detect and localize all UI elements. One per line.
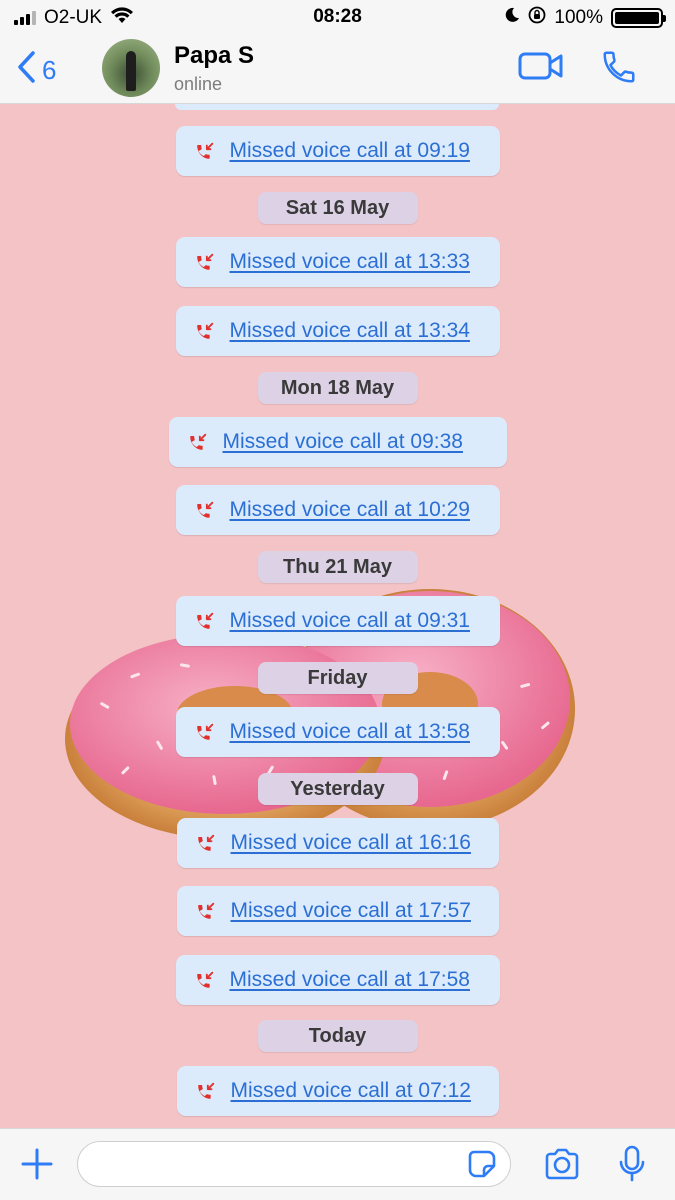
missed-call-icon — [196, 253, 213, 270]
missed-call-icon — [196, 322, 213, 339]
video-call-button[interactable] — [518, 50, 564, 87]
call-text: Missed voice call at 09:31 — [229, 609, 470, 632]
missed-call-icon — [197, 1082, 214, 1099]
contact-status: online — [174, 74, 223, 94]
camera-icon — [543, 1148, 581, 1185]
chevron-left-icon — [16, 50, 36, 91]
call-text: Missed voice call at 17:57 — [230, 899, 471, 922]
date-separator: Mon 18 May — [257, 372, 418, 404]
missed-call-bubble[interactable]: Missed voice call at 13:58 — [175, 707, 500, 757]
missed-call-bubble[interactable]: Missed voice call at 10:29 — [175, 485, 500, 535]
battery-percent: 100% — [554, 7, 603, 28]
call-text: Missed voice call at 13:33 — [229, 250, 470, 273]
missed-call-bubble[interactable]: Missed voice call at 17:57 — [176, 886, 499, 936]
call-text: Missed voice call at 13:34 — [229, 319, 470, 342]
missed-call-icon — [196, 612, 213, 629]
unread-count: 6 — [42, 55, 57, 85]
missed-call-icon — [197, 902, 214, 919]
back-button[interactable]: 6 — [16, 50, 56, 91]
video-call-icon — [518, 52, 564, 86]
call-text: Missed voice call at 07:12 — [230, 1079, 471, 1102]
call-text: Missed voice call at 09:38 — [222, 430, 463, 453]
missed-call-bubble[interactable]: Missed voice call at 13:34 — [175, 306, 500, 356]
status-bar: O2-UK 08:28 100% — [0, 0, 675, 34]
missed-call-icon — [189, 433, 206, 450]
missed-call-bubble[interactable]: Missed voice call at 09:19 — [175, 126, 500, 176]
avatar[interactable] — [102, 39, 160, 97]
attach-button[interactable] — [20, 1147, 54, 1186]
sticker-icon — [466, 1150, 498, 1184]
date-separator: Friday — [257, 662, 418, 694]
call-text: Missed voice call at 16:16 — [230, 831, 471, 854]
missed-call-bubble[interactable]: Missed voice call at 09:31 — [175, 596, 500, 646]
call-text: Missed voice call at 09:19 — [229, 139, 470, 162]
message-input[interactable] — [77, 1141, 511, 1187]
call-bubble-partial — [175, 104, 499, 110]
camera-button[interactable] — [543, 1147, 581, 1186]
sticker-button[interactable] — [466, 1148, 498, 1185]
missed-call-icon — [196, 971, 213, 988]
missed-call-bubble[interactable]: Missed voice call at 16:16 — [176, 818, 499, 868]
missed-call-icon — [196, 723, 213, 740]
missed-call-bubble[interactable]: Missed voice call at 07:12 — [176, 1066, 499, 1116]
call-text: Missed voice call at 10:29 — [229, 498, 470, 521]
contact-name[interactable]: Papa S — [174, 42, 254, 70]
voice-message-button[interactable] — [618, 1145, 646, 1188]
missed-call-bubble[interactable]: Missed voice call at 17:58 — [175, 955, 500, 1005]
voice-call-button[interactable] — [600, 48, 638, 91]
call-text: Missed voice call at 17:58 — [229, 968, 470, 991]
date-separator: Thu 21 May — [257, 551, 418, 583]
moon-icon — [504, 7, 520, 29]
plus-icon — [20, 1148, 54, 1185]
missed-call-icon — [197, 834, 214, 851]
missed-call-bubble[interactable]: Missed voice call at 09:38 — [168, 417, 507, 467]
missed-call-icon — [196, 142, 213, 159]
date-separator: Today — [257, 1020, 418, 1052]
call-text: Missed voice call at 13:58 — [229, 720, 470, 743]
date-separator: Yesterday — [257, 773, 418, 805]
rotation-lock-icon — [528, 6, 546, 30]
date-separator: Sat 16 May — [257, 192, 418, 224]
microphone-icon — [618, 1145, 646, 1187]
chat-area[interactable]: Missed voice call at 09:19 Sat 16 May Mi… — [0, 104, 675, 1128]
missed-call-icon — [196, 501, 213, 518]
input-bar — [0, 1128, 675, 1200]
chat-header: 6 Papa S online — [0, 34, 675, 104]
battery-icon — [611, 8, 666, 28]
missed-call-bubble[interactable]: Missed voice call at 13:33 — [175, 237, 500, 287]
phone-icon — [600, 51, 638, 90]
